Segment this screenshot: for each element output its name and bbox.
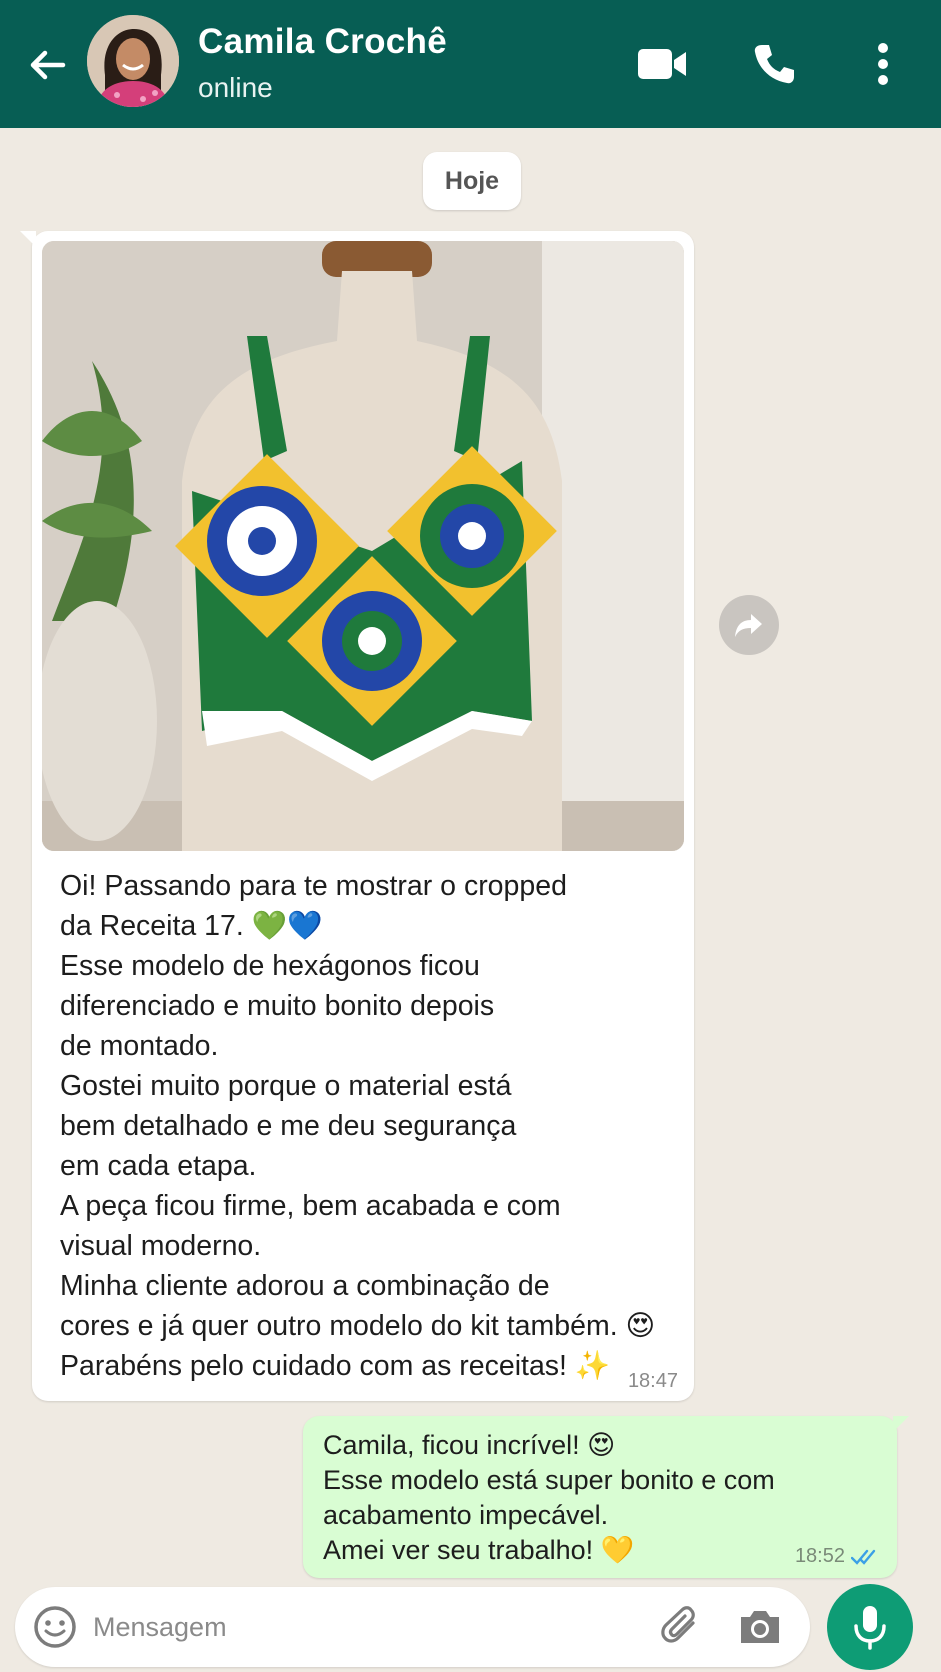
forward-icon — [735, 614, 762, 637]
outgoing-message-time: 18:52 — [794, 1545, 845, 1567]
double-check-icon — [851, 1549, 876, 1565]
contact-name[interactable]: Camila Crochê — [198, 22, 447, 62]
more-options-button[interactable] — [853, 34, 913, 94]
date-chip: Hoje — [423, 152, 521, 210]
outgoing-message-text: Camila, ficou incrível! 😍 Esse modelo es… — [323, 1430, 775, 1565]
microphone-icon — [854, 1606, 886, 1650]
contact-status: online — [198, 72, 273, 103]
chat-header: Camila Crochê online — [0, 0, 941, 128]
message-photo[interactable] — [42, 241, 684, 851]
message-input[interactable] — [93, 1601, 653, 1653]
paperclip-icon — [661, 1606, 695, 1643]
incoming-message-time: 18:47 — [627, 1370, 678, 1392]
voice-call-button[interactable] — [744, 34, 804, 94]
message-input-bar — [15, 1587, 810, 1667]
avatar[interactable] — [87, 15, 179, 107]
chat-area[interactable]: Hoje Oi! Passando para te mostrar o crop… — [0, 128, 941, 1588]
emoji-button[interactable] — [33, 1605, 77, 1649]
emoji-icon — [34, 1606, 76, 1648]
incoming-message-text: Oi! Passando para te mostrar o cropped d… — [60, 870, 656, 1382]
phone-icon — [754, 45, 794, 84]
outgoing-message[interactable]: Camila, ficou incrível! 😍 Esse modelo es… — [303, 1416, 909, 1578]
video-camera-icon — [638, 49, 686, 79]
back-arrow-icon — [30, 50, 66, 80]
camera-button[interactable] — [737, 1605, 783, 1649]
video-call-button[interactable] — [632, 34, 692, 94]
outgoing-message-meta: 18:52 — [795, 1545, 879, 1568]
camera-icon — [741, 1611, 779, 1643]
voice-message-button[interactable] — [827, 1584, 913, 1670]
forward-button[interactable] — [719, 595, 779, 655]
more-vertical-icon — [878, 43, 888, 85]
crochet-top-photo — [42, 241, 684, 851]
incoming-message[interactable]: Oi! Passando para te mostrar o cropped d… — [20, 231, 694, 1401]
avatar-photo — [87, 15, 179, 107]
attach-button[interactable] — [660, 1605, 704, 1649]
back-button[interactable] — [22, 40, 72, 90]
